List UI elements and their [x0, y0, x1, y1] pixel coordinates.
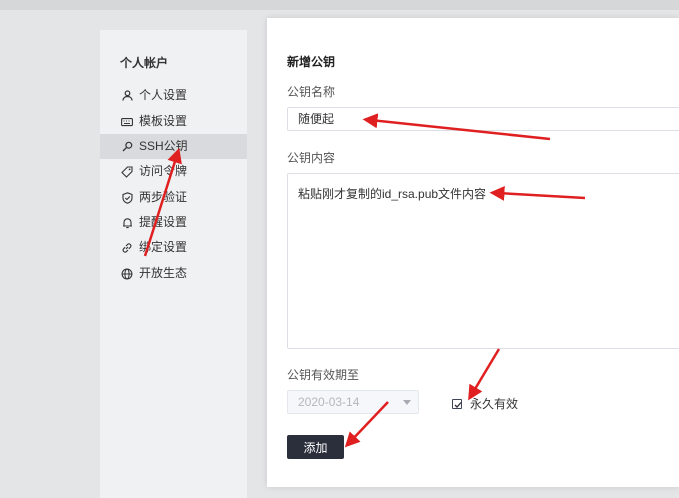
arrow-to-key-content [489, 185, 586, 201]
arrow-to-permanent-checkbox [468, 348, 501, 401]
arrow-to-add-button [344, 401, 389, 448]
arrow-to-key-name [362, 113, 551, 141]
arrow-to-ssh-key [143, 147, 182, 257]
annotation-arrows [143, 113, 586, 448]
